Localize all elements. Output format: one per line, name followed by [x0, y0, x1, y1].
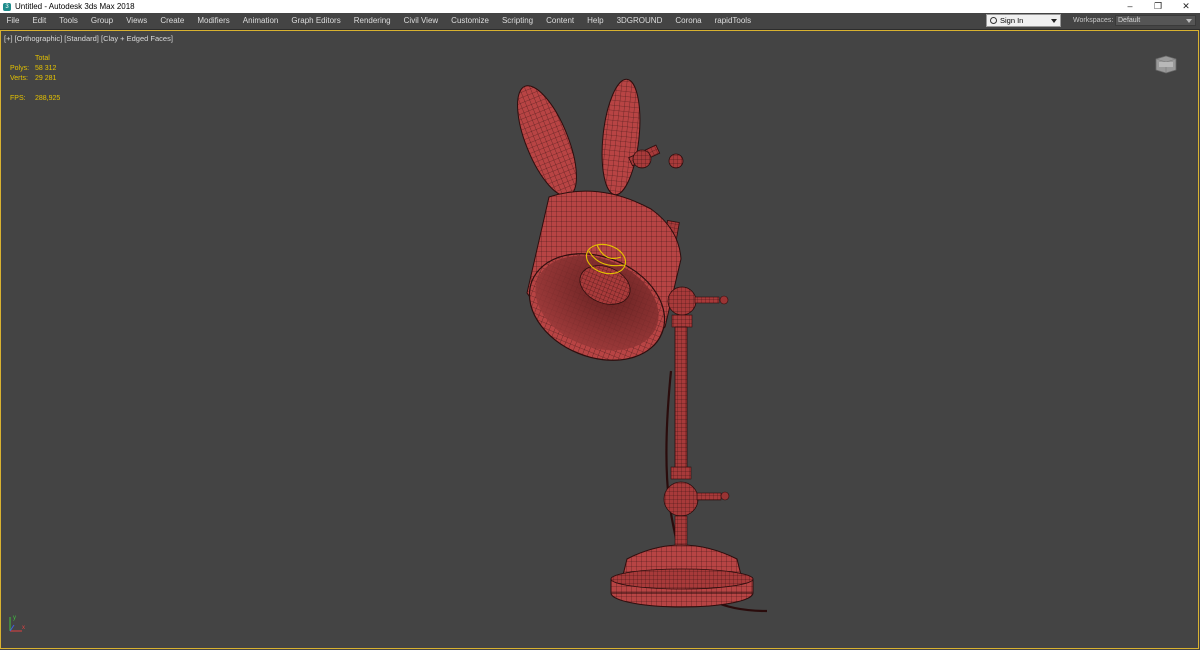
menu-content[interactable]: Content [540, 13, 581, 29]
workspaces-label: Workspaces: [1073, 17, 1114, 24]
menu-rendering[interactable]: Rendering [347, 13, 397, 29]
lamp-shade [526, 190, 682, 361]
workspace-value: Default [1118, 17, 1141, 24]
menu-rapidtools[interactable]: rapidTools [708, 13, 757, 29]
menu-edit[interactable]: Edit [26, 13, 53, 29]
window-title: Untitled - Autodesk 3ds Max 2018 [15, 2, 135, 11]
polys-label: Polys: [10, 65, 30, 72]
menu-views[interactable]: Views [120, 13, 154, 29]
chevron-down-icon [1186, 19, 1192, 23]
viewport-menu-standard[interactable]: [Standard] [64, 34, 99, 43]
menu-group[interactable]: Group [84, 13, 119, 29]
menu-create[interactable]: Create [154, 13, 191, 29]
viewport-menu-plus[interactable]: [+] [4, 34, 13, 43]
polys-value: 58 312 [35, 65, 57, 72]
menu-graph-editors[interactable]: Graph Editors [285, 13, 347, 29]
viewport-menu-point-of-view[interactable]: [Orthographic] [15, 34, 63, 43]
menu-3dground[interactable]: 3DGROUND [610, 13, 669, 29]
verts-value: 29 281 [35, 75, 57, 82]
viewcube-icon[interactable] [1153, 53, 1179, 75]
title-bar: 3 Untitled - Autodesk 3ds Max 2018 – ❐ ✕ [0, 0, 1200, 13]
menu-modifiers[interactable]: Modifiers [191, 13, 236, 29]
close-icon[interactable]: ✕ [1172, 0, 1200, 13]
sign-in-label: Sign In [1000, 16, 1024, 25]
axis-x-label: x [22, 625, 25, 631]
menu-corona[interactable]: Corona [669, 13, 708, 29]
menu-animation[interactable]: Animation [236, 13, 285, 29]
lower-joint [663, 481, 730, 547]
menu-customize[interactable]: Customize [445, 13, 496, 29]
menu-file[interactable]: File [0, 13, 26, 29]
upper-joint [667, 286, 729, 328]
viewport-menu-shading[interactable]: [Clay + Edged Faces] [101, 34, 173, 43]
window-controls: – ❐ ✕ [1116, 0, 1200, 13]
lamp-stem [674, 326, 688, 473]
verts-label: Verts: [10, 75, 28, 82]
chevron-down-icon [1051, 18, 1057, 23]
fps-value: 288,925 [35, 95, 61, 102]
stem-collar [670, 466, 692, 480]
restore-icon[interactable]: ❐ [1144, 0, 1172, 13]
fps-label: FPS: [10, 95, 26, 102]
viewport-label: [+] [Orthographic] [Standard] [Clay + Ed… [4, 34, 173, 43]
viewport-orthographic[interactable]: [+] [Orthographic] [Standard] [Clay + Ed… [0, 30, 1199, 649]
rabbit-desk-lamp-mesh[interactable] [1, 31, 1198, 648]
workspace-select[interactable]: Default [1115, 15, 1196, 26]
menu-help[interactable]: Help [581, 13, 610, 29]
right-ear [601, 78, 641, 196]
sign-in-dropdown[interactable]: Sign In [986, 14, 1061, 27]
left-ear [517, 85, 577, 197]
lamp-base [610, 544, 754, 608]
menu-tools[interactable]: Tools [53, 13, 85, 29]
stats-header: Total [35, 55, 50, 62]
axis-tripod-icon: y x [9, 615, 25, 632]
3ds-max-icon: 3 [3, 2, 11, 11]
axis-y-label: y [13, 615, 16, 621]
minimize-icon[interactable]: – [1116, 0, 1144, 13]
viewport-statistics: Total Polys: 58 312 Verts: 29 281 FPS: 288,… [10, 54, 60, 104]
user-icon [990, 17, 997, 24]
menu-scripting[interactable]: Scripting [495, 13, 539, 29]
menu-civil-view[interactable]: Civil View [397, 13, 445, 29]
